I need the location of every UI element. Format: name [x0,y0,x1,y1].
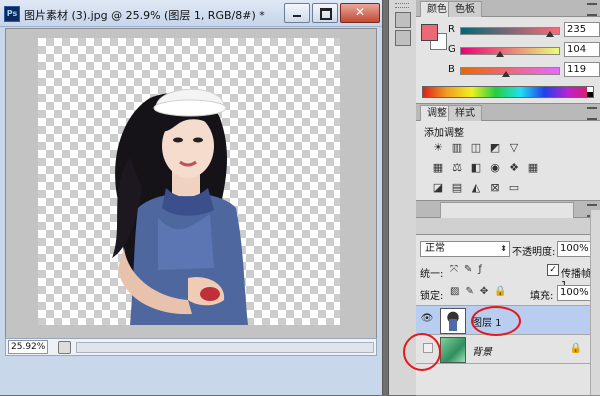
minimize-button[interactable] [284,3,310,23]
green-value-field[interactable]: 104 [564,42,600,57]
unify-style-icon[interactable]: ƒ [478,264,482,275]
red-slider-thumb[interactable] [546,31,555,37]
tab-layers[interactable] [440,202,574,218]
layer1-thumbnail[interactable] [440,308,466,334]
tab-swatches[interactable]: 色板 [448,1,482,17]
green-channel-row: G 104 [448,42,600,58]
cutout-woman-photo [112,88,248,325]
color-panel-tabs: 颜色 色板 [416,0,600,17]
color-panel: 颜色 色板 R 235 G 104 B 119 [416,0,600,104]
eye-icon[interactable]: 👁 [420,313,434,325]
minimize-icon [293,15,301,17]
unify-visibility-icon[interactable]: ✎ [464,264,472,275]
color-ramp[interactable] [422,86,594,98]
canvas-area[interactable] [5,28,377,340]
background-thumbnail[interactable] [440,337,466,363]
layer-lock-icon: 🔒 [569,343,582,354]
layers-vertical-scrollbar[interactable] [590,210,600,395]
document-titlebar[interactable]: Ps 图片素材 (3).jpg @ 25.9% (图层 1, RGB/8#) *… [0,0,382,27]
document-statusbar: 25.92% [5,338,377,356]
unify-label: 统一: [420,269,444,280]
blue-channel-row: B 119 [448,62,600,78]
green-label: G [448,44,456,55]
red-channel-row: R 235 [448,22,600,38]
lock-all-icon[interactable]: 🔒 [494,286,506,297]
exposure-icon[interactable]: ◩ [489,142,501,154]
history-panel-icon[interactable] [395,12,411,28]
document-title: 图片素材 (3).jpg @ 25.9% (图层 1, RGB/8#) * [24,9,265,22]
green-slider[interactable] [460,47,560,55]
strip-grip-icon[interactable] [395,3,409,8]
unify-position-icon[interactable]: ⤧ [450,264,458,275]
selective-color-icon[interactable]: ⊠ [489,182,501,194]
close-button[interactable]: ✕ [340,3,380,23]
panel-dock: 颜色 色板 R 235 G 104 B 119 调整 样式 添加调整 ☀ ▥ ◫… [416,0,600,396]
lock-label: 锁定: [420,291,444,302]
lock-image-icon[interactable]: ✎ [465,286,473,297]
document-window: Ps 图片素材 (3).jpg @ 25.9% (图层 1, RGB/8#) *… [0,0,383,395]
maximize-button[interactable] [312,3,338,23]
hue-saturation-icon[interactable]: ▦ [432,162,444,174]
color-lookup-icon[interactable]: ▦ [527,162,539,174]
adjustments-menu-icon[interactable] [587,107,597,120]
black-white-ramp[interactable] [587,87,593,97]
foreground-color-swatch[interactable] [421,24,438,41]
background-layer-name[interactable]: 背景 [472,343,492,358]
zoom-field[interactable]: 25.92% [8,340,48,354]
fill-value: 100% [560,287,589,298]
photoshop-icon: Ps [4,6,20,22]
layer-row-background[interactable]: 背景 🔒 [416,334,590,363]
layers-panel-tabs [416,201,600,218]
propagate-frame-checkbox[interactable]: ✓ [547,264,559,276]
color-balance-icon[interactable]: ⚖ [451,162,463,174]
maximize-icon [320,8,332,20]
horizontal-scrollbar[interactable] [76,342,374,353]
actions-panel-icon[interactable] [395,30,411,46]
lock-position-icon[interactable]: ✥ [480,286,488,297]
posterize-icon[interactable]: ▤ [451,182,463,194]
curves-icon[interactable]: ◫ [470,142,482,154]
adjustments-panel-tabs: 调整 样式 [416,104,600,121]
black-white-icon[interactable]: ◧ [470,162,482,174]
blue-label: B [448,64,455,75]
add-adjustment-title: 添加调整 [424,128,464,139]
layers-panel: 正常 ⬍ 不透明度: 100% ▾ 统一: ⤧ ✎ ƒ ✓ 传播帧 1 锁定: … [416,201,600,396]
annotation-ellipse-visibility [403,333,441,371]
opacity-label: 不透明度: [512,247,556,258]
chevron-down-icon: ⬍ [500,244,507,253]
blue-slider-thumb[interactable] [502,71,511,77]
gradient-map-icon[interactable]: ▭ [508,182,520,194]
layer-list-end [416,363,590,365]
photo-filter-icon[interactable]: ◉ [489,162,501,174]
panel-menu-icon[interactable] [587,3,597,16]
channel-mixer-icon[interactable]: ❖ [508,162,520,174]
close-icon: ✕ [354,5,366,19]
vibrance-triangle-icon[interactable]: ▽ [508,142,520,154]
transparent-canvas[interactable] [38,38,340,325]
blend-mode-value: 正常 [425,243,445,254]
fg-bg-swatches[interactable] [421,24,447,50]
red-value-field[interactable]: 235 [564,22,600,37]
brightness-icon[interactable]: ☀ [432,142,444,154]
fill-label: 填充: [530,291,554,302]
tab-styles[interactable]: 样式 [448,105,482,121]
blue-value-field[interactable]: 119 [564,62,600,77]
annotation-ellipse-layer-name [471,306,521,336]
threshold-icon[interactable]: ◭ [470,182,482,194]
levels-icon[interactable]: ▥ [451,142,463,154]
invert-icon[interactable]: ◪ [432,182,444,194]
layers-sub-tabbar [416,218,600,235]
status-menu-icon[interactable] [58,341,71,354]
blend-mode-select[interactable]: 正常 ⬍ [420,241,510,257]
red-label: R [448,24,455,35]
red-slider[interactable] [460,27,560,35]
opacity-value: 100% [560,243,589,254]
adjustments-panel: 调整 样式 添加调整 ☀ ▥ ◫ ◩ ▽ ▦ ⚖ ◧ ◉ ❖ ▦ ◪ ▤ ◭ ⊠… [416,104,600,201]
green-slider-thumb[interactable] [496,51,505,57]
lock-transparent-icon[interactable]: ▨ [450,286,459,297]
